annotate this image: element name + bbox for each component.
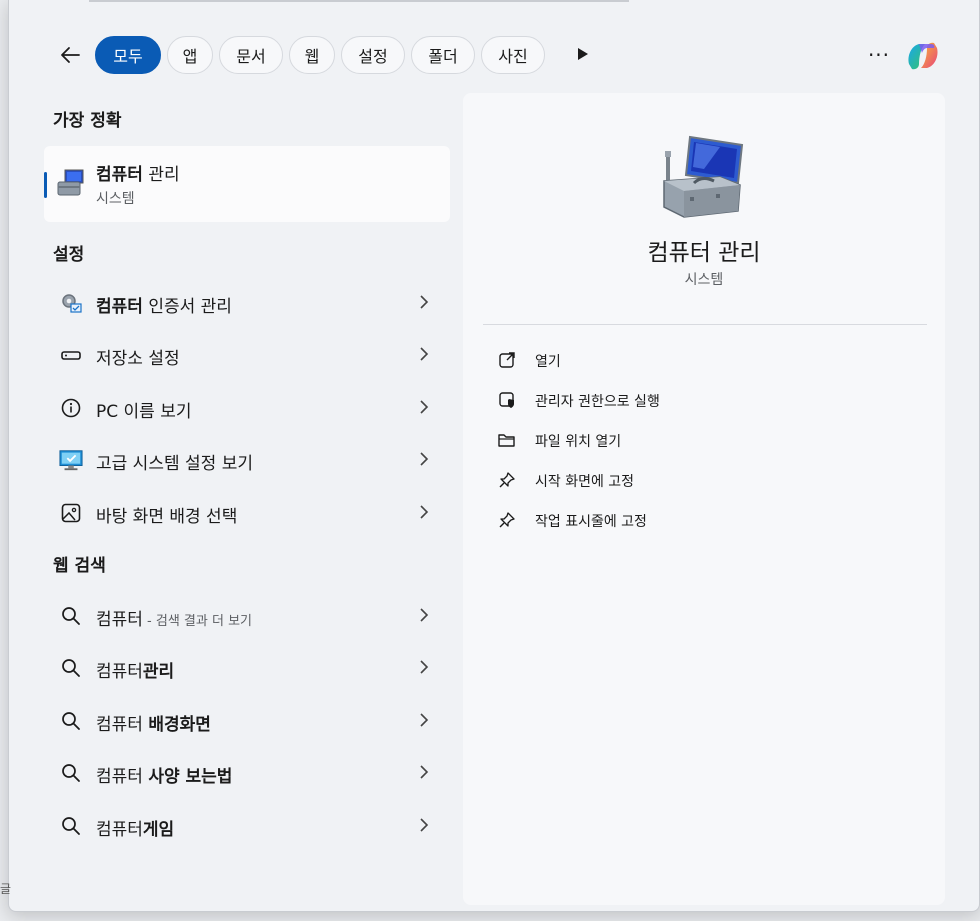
settings-item-label: 고급 시스템 설정 보기 (96, 454, 253, 474)
web-search-label: 컴퓨터 - 검색 결과 더 보기 (96, 610, 252, 630)
web-search-item[interactable]: 컴퓨터 사양 보는법 (49, 749, 439, 795)
more-filters-button[interactable] (573, 44, 593, 64)
action-label: 파일 위치 열기 (535, 434, 622, 450)
action-label: 작업 표시줄에 고정 (535, 514, 647, 530)
preview-title: 컴퓨터 관리 (647, 240, 761, 266)
settings-item-desktop-background[interactable]: 바탕 화면 배경 선택 (49, 489, 439, 535)
web-search-item[interactable]: 컴퓨터게임 (49, 802, 439, 848)
selection-indicator (44, 172, 47, 198)
web-search-item[interactable]: 컴퓨터 - 검색 결과 더 보기 (49, 592, 439, 638)
open-external-icon (497, 350, 517, 370)
chevron-right-icon (414, 762, 434, 782)
action-label: 관리자 권한으로 실행 (535, 394, 660, 410)
settings-item-certificate[interactable]: 컴퓨터 인증서 관리 (49, 279, 439, 325)
chevron-right-icon (414, 815, 434, 835)
search-icon (59, 604, 83, 628)
settings-item-pc-name[interactable]: PC 이름 보기 (49, 384, 439, 430)
back-button[interactable] (55, 40, 85, 70)
more-options-button[interactable]: ··· (861, 42, 897, 68)
copilot-icon (908, 42, 938, 70)
web-search-heading: 웹 검색 (53, 556, 106, 576)
web-search-label: 컴퓨터게임 (96, 820, 175, 840)
tab-apps[interactable]: 앱 (167, 36, 213, 74)
background-text-fragment: 글 (0, 882, 12, 896)
best-match-title: 컴퓨터 관리 (96, 165, 180, 185)
taskbar-edge (89, 0, 629, 2)
copilot-button[interactable] (901, 34, 945, 78)
search-icon (59, 709, 83, 733)
computer-management-large-icon (660, 131, 750, 221)
settings-item-label: 컴퓨터 인증서 관리 (96, 297, 232, 317)
best-match-subtitle: 시스템 (96, 191, 135, 207)
search-icon (59, 656, 83, 680)
monitor-check-icon (59, 448, 83, 472)
certificate-gear-icon (59, 291, 83, 315)
pin-icon (497, 470, 517, 490)
settings-heading: 설정 (53, 245, 85, 265)
action-open-file-location[interactable]: 파일 위치 열기 (491, 425, 911, 455)
chevron-right-icon (414, 710, 434, 730)
web-search-item[interactable]: 컴퓨터 배경화면 (49, 697, 439, 743)
action-label: 시작 화면에 고정 (535, 474, 635, 490)
tab-web[interactable]: 웹 (289, 36, 335, 74)
back-arrow-icon (61, 47, 80, 63)
web-search-label: 컴퓨터 사양 보는법 (96, 767, 233, 787)
tab-settings[interactable]: 설정 (341, 36, 405, 74)
web-search-label: 컴퓨터 배경화면 (96, 715, 211, 735)
chevron-right-icon (414, 502, 434, 522)
admin-shield-icon (497, 390, 517, 410)
play-arrow-icon (578, 48, 588, 60)
action-pin-to-taskbar[interactable]: 작업 표시줄에 고정 (491, 505, 911, 535)
pin-icon (497, 510, 517, 530)
settings-item-label: PC 이름 보기 (96, 402, 192, 422)
action-label: 열기 (535, 354, 561, 370)
storage-drive-icon (59, 343, 83, 367)
tab-photos[interactable]: 사진 (481, 36, 545, 74)
chevron-right-icon (414, 292, 434, 312)
chevron-right-icon (414, 605, 434, 625)
settings-item-label: 저장소 설정 (96, 349, 180, 369)
action-open[interactable]: 열기 (491, 345, 911, 375)
search-icon (59, 814, 83, 838)
chevron-right-icon (414, 657, 434, 677)
preview-divider (483, 324, 927, 325)
web-search-label: 컴퓨터관리 (96, 662, 175, 682)
chevron-right-icon (414, 397, 434, 417)
folder-icon (497, 430, 517, 450)
settings-item-storage[interactable]: 저장소 설정 (49, 331, 439, 377)
preview-pane: 컴퓨터 관리 시스템 열기 관리자 권한으로 실행 파일 위치 열기 시작 화면… (463, 93, 945, 905)
chevron-right-icon (414, 449, 434, 469)
chevron-right-icon (414, 344, 434, 364)
best-match-item[interactable]: 컴퓨터 관리 시스템 (44, 146, 450, 222)
action-run-as-admin[interactable]: 관리자 권한으로 실행 (491, 385, 911, 415)
search-panel: 모두 앱 문서 웹 설정 폴더 사진 ··· 가장 정확 컴퓨터 관리 시스템 … (8, 0, 980, 912)
tab-documents[interactable]: 문서 (219, 36, 283, 74)
tab-folders[interactable]: 폴더 (411, 36, 475, 74)
action-pin-to-start[interactable]: 시작 화면에 고정 (491, 465, 911, 495)
search-icon (59, 761, 83, 785)
settings-item-label: 바탕 화면 배경 선택 (96, 507, 238, 527)
image-icon (59, 501, 83, 525)
info-icon (59, 396, 83, 420)
computer-management-icon (56, 168, 86, 198)
settings-item-advanced-system[interactable]: 고급 시스템 설정 보기 (49, 436, 439, 482)
best-match-heading: 가장 정확 (53, 111, 122, 131)
web-search-item[interactable]: 컴퓨터관리 (49, 644, 439, 690)
preview-subtitle: 시스템 (684, 272, 724, 288)
tab-all[interactable]: 모두 (95, 36, 161, 74)
